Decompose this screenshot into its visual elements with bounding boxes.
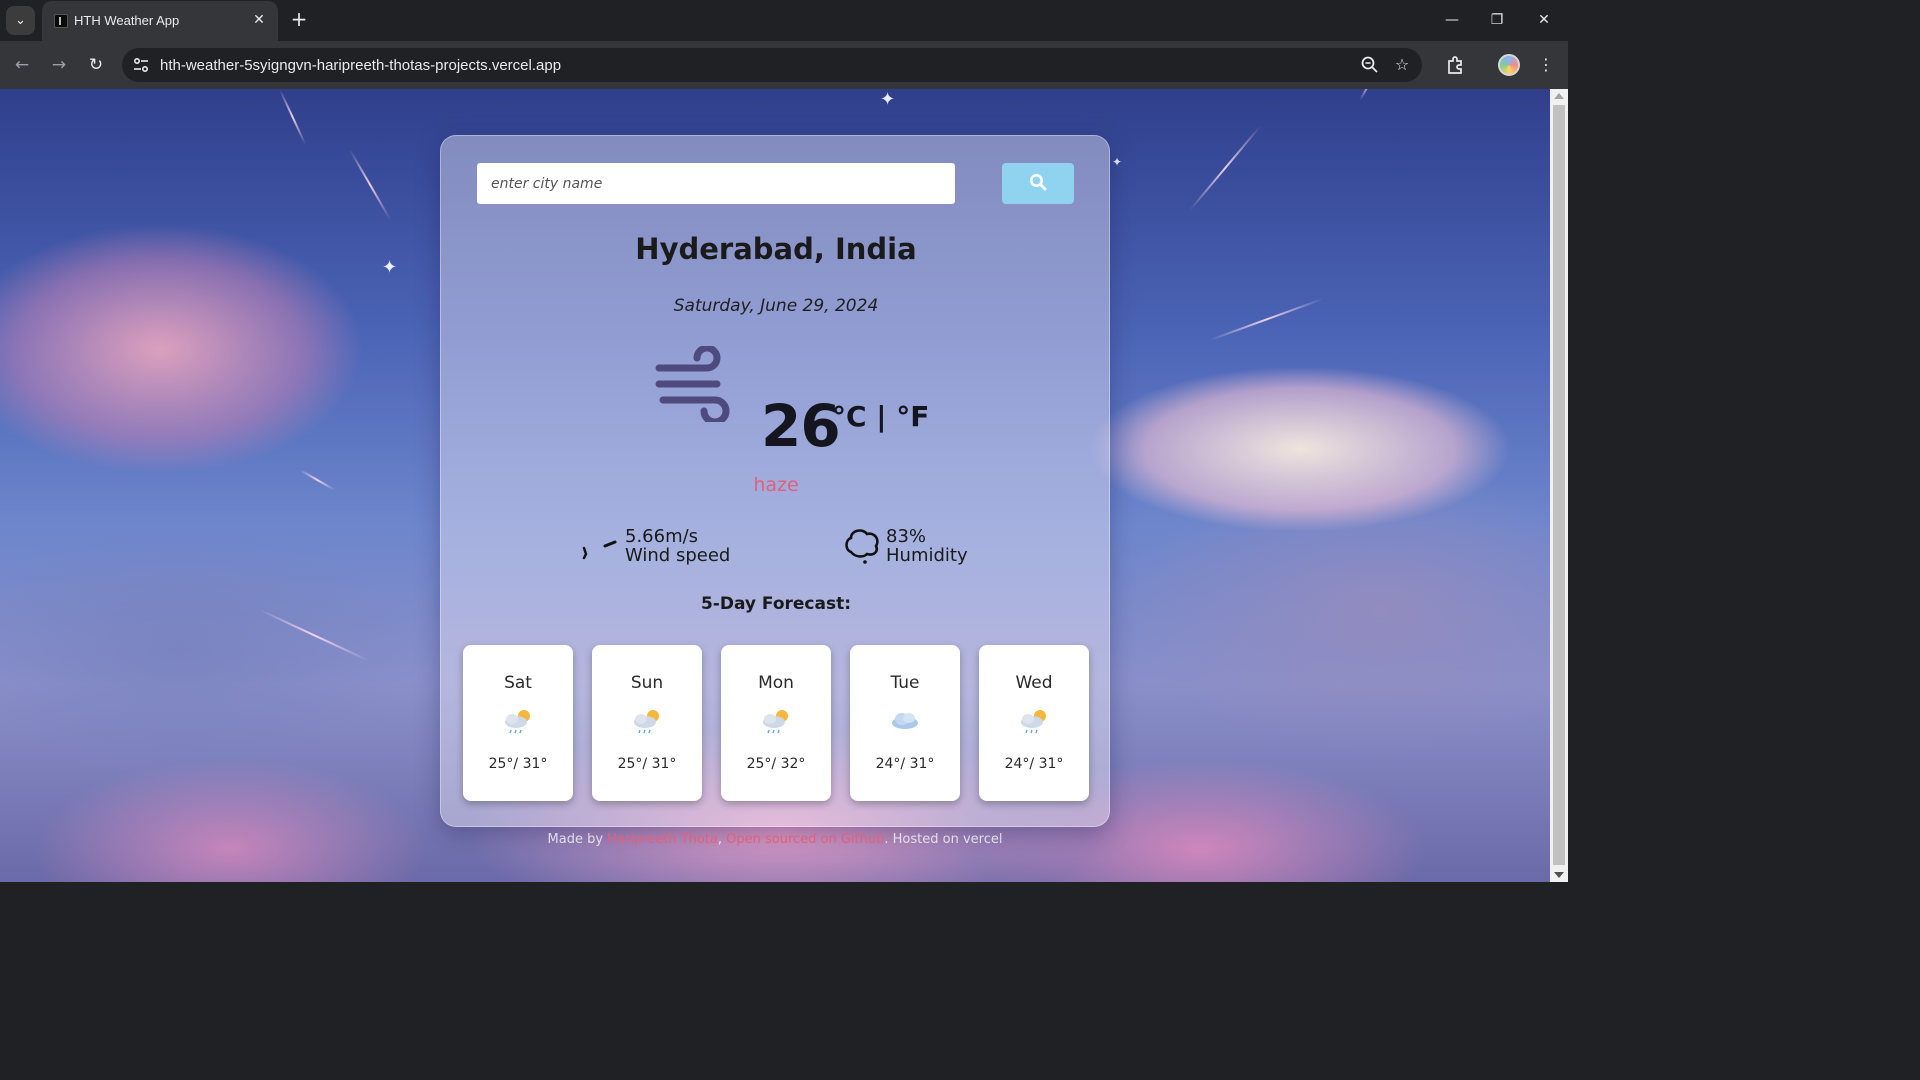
- light-rain-sun-icon: [763, 710, 788, 734]
- wind-speed-value: 5.66m/s: [625, 526, 699, 547]
- decorative-streak: [1189, 125, 1262, 211]
- light-rain-sun-icon: [1021, 710, 1046, 734]
- forecast-day: Tue: [890, 673, 920, 693]
- reload-icon[interactable]: ↻: [84, 53, 108, 77]
- page-background: ✦ ✦ ✦ Hyderabad, India Saturday, June 29…: [0, 89, 1550, 882]
- menu-kebab-icon[interactable]: ⋮: [1534, 53, 1558, 77]
- forecast-list: Sat 25°/ 31° Sun 25°/ 31° Mon 25°/ 32° T…: [463, 645, 1089, 801]
- cloud-icon: [892, 713, 918, 729]
- forecast-title: 5-Day Forecast:: [700, 594, 852, 614]
- light-rain-sun-icon: [505, 710, 530, 734]
- forecast-day: Mon: [758, 673, 794, 693]
- forecast-day: Wed: [1015, 673, 1053, 693]
- decorative-streak: [1209, 298, 1324, 341]
- forecast-card: Mon 25°/ 32°: [721, 645, 831, 801]
- forecast-day: Sun: [630, 673, 664, 693]
- profile-avatar[interactable]: [1498, 54, 1520, 76]
- tab-title: HTH Weather App: [74, 13, 180, 28]
- forecast-temps: 25°/ 32°: [746, 756, 806, 772]
- weather-card: Hyderabad, India Saturday, June 29, 2024…: [440, 135, 1110, 827]
- close-tab-icon[interactable]: ✕: [250, 11, 268, 29]
- scrollbar-thumb[interactable]: [1553, 105, 1565, 865]
- zoom-icon[interactable]: [1360, 55, 1380, 75]
- vertical-scrollbar[interactable]: [1550, 89, 1568, 882]
- site-info-icon[interactable]: [132, 56, 150, 74]
- city-name: Hyderabad, India: [635, 232, 917, 266]
- sparkle-icon: ✦: [880, 89, 896, 110]
- decorative-streak: [349, 149, 391, 220]
- city-search-input[interactable]: [477, 163, 955, 204]
- current-date: Saturday, June 29, 2024: [673, 296, 879, 316]
- forecast-card: Sat 25°/ 31°: [463, 645, 573, 801]
- wind-speed-icon: [582, 540, 617, 560]
- search-icon: [1030, 174, 1047, 191]
- tab-search-button[interactable]: ⌄: [6, 6, 35, 35]
- address-bar[interactable]: hth-weather-5syigngvn-haripreeth-thotas-…: [122, 48, 1422, 82]
- humidity-icon: [845, 529, 879, 564]
- wind-speed-label: Wind speed: [625, 545, 731, 566]
- temperature-unit-toggle[interactable]: °C | °F: [832, 400, 929, 433]
- forecast-temps: 24°/ 31°: [1004, 756, 1064, 772]
- decorative-streak: [1359, 89, 1381, 101]
- back-icon[interactable]: ←: [10, 53, 34, 77]
- restore-icon[interactable]: ❐: [1482, 8, 1512, 32]
- browser-toolbar: ← → ↻ hth-weather-5syigngvn-haripreeth-t…: [0, 41, 1568, 89]
- temperature-value: 26: [761, 392, 841, 460]
- browser-tab-strip: ⌄ HTH Weather App ✕ + — ❐ ✕: [0, 0, 1568, 42]
- decorative-streak: [259, 609, 370, 662]
- scroll-up-arrow-icon[interactable]: [1554, 93, 1564, 99]
- search-button[interactable]: [1002, 163, 1074, 204]
- new-tab-button[interactable]: +: [288, 8, 310, 30]
- browser-tab[interactable]: HTH Weather App ✕: [42, 1, 278, 42]
- github-link[interactable]: Open sourced on Github: [726, 832, 884, 847]
- footer-prefix: Made by: [547, 832, 608, 847]
- hosted-link[interactable]: Hosted on vercel: [893, 832, 1003, 847]
- sparkle-icon: ✦: [382, 257, 398, 278]
- forecast-day: Sat: [504, 673, 532, 693]
- minimize-icon[interactable]: —: [1437, 8, 1467, 32]
- light-rain-sun-icon: [634, 710, 659, 734]
- page-footer: Made by Haripreeth Thota, Open sourced o…: [0, 832, 1550, 847]
- humidity-value: 83%: [886, 526, 927, 547]
- humidity-label: Humidity: [886, 545, 968, 566]
- forecast-temps: 24°/ 31°: [875, 756, 935, 772]
- favicon-icon: [54, 14, 68, 28]
- weather-condition: haze: [753, 474, 799, 496]
- forecast-card: Sun 25°/ 31°: [592, 645, 702, 801]
- footer-separator: ,: [717, 832, 727, 847]
- window-close-icon[interactable]: ✕: [1529, 8, 1559, 32]
- sparkle-icon: ✦: [1112, 155, 1123, 169]
- forecast-card: Wed 24°/ 31°: [979, 645, 1089, 801]
- footer-separator: .: [884, 832, 893, 847]
- extensions-icon[interactable]: [1443, 53, 1467, 77]
- decorative-streak: [279, 89, 307, 145]
- scroll-down-arrow-icon[interactable]: [1554, 872, 1564, 878]
- author-link[interactable]: Haripreeth Thota: [607, 832, 718, 847]
- forecast-temps: 25°/ 31°: [488, 756, 548, 772]
- decorative-streak: [299, 469, 336, 491]
- forward-icon[interactable]: →: [47, 53, 71, 77]
- bookmark-star-icon[interactable]: ☆: [1392, 55, 1412, 75]
- wind-weather-icon: [655, 346, 730, 422]
- forecast-temps: 25°/ 31°: [617, 756, 677, 772]
- url-text: hth-weather-5syigngvn-haripreeth-thotas-…: [160, 57, 562, 74]
- forecast-card: Tue 24°/ 31°: [850, 645, 960, 801]
